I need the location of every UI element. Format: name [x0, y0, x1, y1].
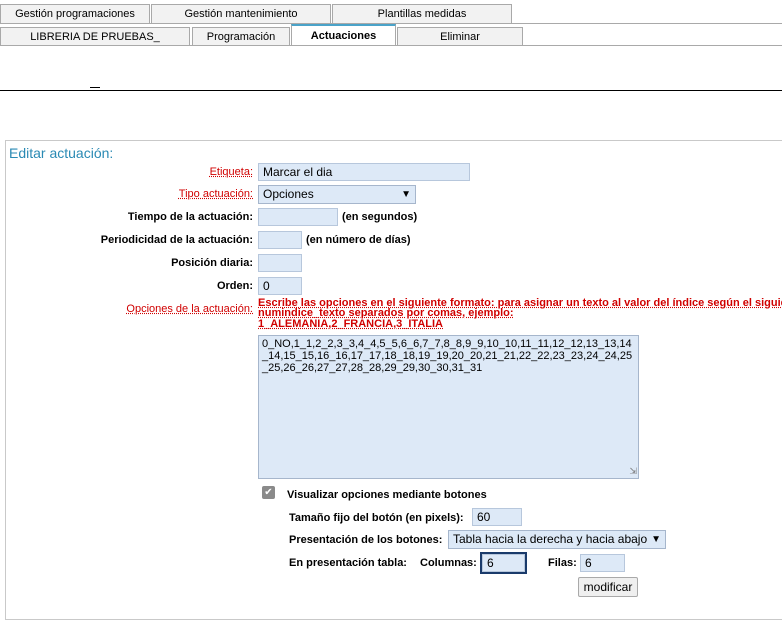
- posicion-label: Posición diaria:: [171, 257, 253, 269]
- presentacion-label: Presentación de los botones:: [289, 534, 443, 546]
- tab-eliminar[interactable]: Eliminar: [397, 27, 523, 46]
- botones-checkbox[interactable]: ✔: [262, 486, 275, 499]
- posicion-input[interactable]: [258, 254, 302, 272]
- tamano-input[interactable]: 60: [472, 508, 522, 526]
- opciones-help-line-2: numindice_texto separados por comas, eje…: [258, 307, 514, 319]
- tabla-label: En presentación tabla:: [289, 557, 407, 569]
- tab-programacion[interactable]: Programación: [192, 27, 290, 46]
- etiqueta-input[interactable]: Marcar el dia: [258, 163, 470, 181]
- resize-grip-icon[interactable]: ⇲: [629, 465, 637, 477]
- tab-gestion-programaciones[interactable]: Gestión programaciones: [0, 4, 150, 23]
- etiqueta-label: Etiqueta:: [209, 166, 253, 178]
- opciones-textarea[interactable]: 0_NO,1_1,2_2,3_3,4_4,5_5,6_6,7_7,8_8,9_9…: [258, 335, 639, 479]
- periodicidad-unit: (en número de días): [306, 234, 411, 246]
- tipo-actuacion-select[interactable]: Opciones ▼: [258, 185, 416, 204]
- tab-libreria-de-pruebas[interactable]: LIBRERIA DE PRUEBAS_: [0, 27, 190, 46]
- presentacion-select[interactable]: Tabla hacia la derecha y hacia abajo ▼: [448, 530, 666, 549]
- check-icon: ✔: [264, 487, 273, 498]
- opciones-label: Opciones de la actuación:: [126, 303, 253, 315]
- opciones-text: 0_NO,1_1,2_2,3_3,4_4,5_5,6_6,7_7,8_8,9_9…: [262, 338, 633, 374]
- tamano-label: Tamaño fijo del botón (en pixels):: [289, 512, 464, 524]
- chevron-down-icon: ▼: [401, 189, 411, 200]
- tipo-actuacion-label: Tipo actuación:: [178, 188, 253, 200]
- orden-input[interactable]: 0: [258, 277, 302, 295]
- tiempo-input[interactable]: [258, 208, 338, 226]
- panel-title: Editar actuación:: [9, 145, 114, 161]
- tipo-actuacion-value: Opciones: [263, 187, 314, 201]
- modificar-button[interactable]: modificar: [578, 577, 638, 597]
- opciones-help-example: 1_ALEMANIA,2_FRANCIA,3_ITALIA: [258, 318, 443, 330]
- tab-actuaciones[interactable]: Actuaciones: [291, 24, 396, 46]
- orden-label: Orden:: [216, 280, 253, 292]
- columnas-label: Columnas:: [420, 557, 477, 569]
- separator-line: [0, 90, 782, 91]
- periodicidad-input[interactable]: [258, 231, 302, 249]
- columnas-input[interactable]: 6: [480, 552, 527, 574]
- presentacion-value: Tabla hacia la derecha y hacia abajo: [453, 532, 648, 546]
- chevron-down-icon: ▼: [651, 534, 661, 545]
- filas-input[interactable]: 6: [580, 554, 625, 572]
- filas-label: Filas:: [548, 557, 577, 569]
- tiempo-label: Tiempo de la actuación:: [127, 211, 253, 223]
- separator-mark: [90, 87, 100, 88]
- botones-label: Visualizar opciones mediante botones: [287, 489, 487, 501]
- periodicidad-label: Periodicidad de la actuación:: [100, 234, 253, 246]
- tiempo-unit: (en segundos): [342, 211, 418, 223]
- opciones-help: Escribe las opciones en el siguiente for…: [258, 298, 782, 330]
- tab-gestion-mantenimiento[interactable]: Gestión mantenimiento: [151, 4, 331, 23]
- tab-plantillas-medidas[interactable]: Plantillas medidas: [332, 4, 512, 23]
